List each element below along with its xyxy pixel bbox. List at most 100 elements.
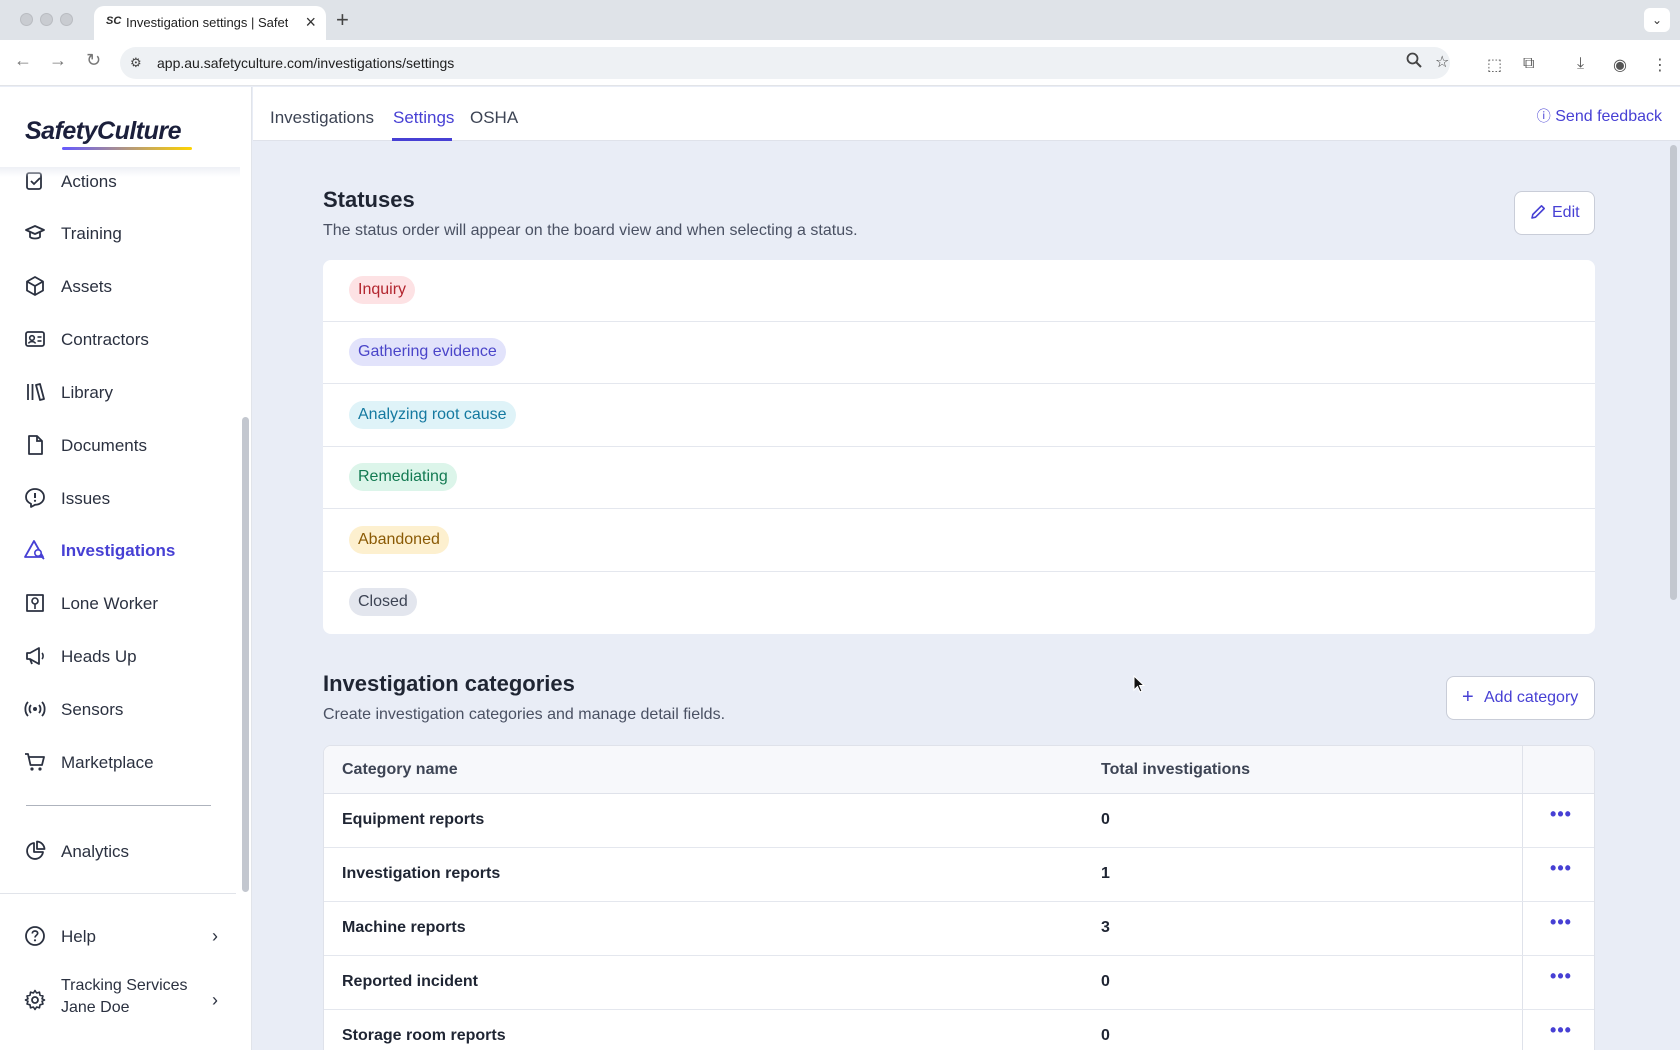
category-name: Investigation reports bbox=[342, 865, 501, 882]
table-row[interactable]: Reported incident 0 ••• bbox=[324, 956, 1594, 1010]
chevron-right-icon: › bbox=[212, 926, 218, 946]
forward-icon[interactable]: → bbox=[49, 50, 67, 71]
heads-up-icon bbox=[24, 645, 46, 667]
edit-statuses-button[interactable]: Edit bbox=[1514, 191, 1595, 235]
chevron-right-icon: › bbox=[212, 990, 218, 1010]
documents-icon bbox=[24, 434, 46, 456]
assets-icon bbox=[24, 275, 46, 297]
tab-close-icon[interactable]: × bbox=[305, 12, 316, 33]
issues-icon bbox=[24, 487, 46, 509]
category-total: 1 bbox=[1101, 865, 1110, 882]
new-tab-icon[interactable]: + bbox=[336, 7, 349, 33]
profile-icon[interactable]: ◉ bbox=[1613, 55, 1627, 75]
settings-main: Statuses The status order will appear on… bbox=[253, 142, 1667, 1050]
zoom-icon[interactable] bbox=[1406, 52, 1422, 73]
statuses-description: The status order will appear on the boar… bbox=[323, 222, 858, 239]
bookmark-star-icon[interactable]: ☆ bbox=[1435, 52, 1449, 72]
extensions-icon[interactable]: ⧉ bbox=[1523, 55, 1534, 73]
status-row[interactable]: Abandoned bbox=[323, 510, 1595, 572]
safetyculture-logo[interactable]: SafetyCulture bbox=[25, 117, 182, 146]
sidebar-item-label: Assets bbox=[61, 277, 113, 296]
user-name: Jane Doe bbox=[61, 999, 130, 1016]
tab-title: Investigation settings | SafetyCulture bbox=[126, 15, 288, 30]
logo-divider-shadow bbox=[0, 167, 240, 177]
send-feedback-link[interactable]: ⓘ Send feedback bbox=[1537, 106, 1662, 126]
sidebar-item-training[interactable]: Training bbox=[0, 213, 236, 253]
more-options-icon[interactable]: ••• bbox=[1543, 912, 1579, 942]
back-icon[interactable]: ← bbox=[14, 50, 32, 71]
table-row[interactable]: Storage room reports 0 ••• bbox=[324, 1010, 1594, 1050]
table-row[interactable]: Machine reports 3 ••• bbox=[324, 902, 1594, 956]
organization-menu[interactable]: Tracking Services Jane Doe › bbox=[0, 973, 236, 1027]
sidebar-item-investigations[interactable]: Investigations bbox=[0, 530, 236, 570]
window-close-button[interactable] bbox=[20, 13, 33, 26]
tab-investigations[interactable]: Investigations bbox=[270, 108, 374, 128]
sidebar-item-marketplace[interactable]: Marketplace bbox=[0, 742, 236, 782]
sidebar-item-label: Heads Up bbox=[61, 647, 137, 666]
more-options-icon[interactable]: ••• bbox=[1543, 804, 1579, 834]
reload-icon[interactable]: ↻ bbox=[86, 50, 101, 71]
sidebar-item-lone-worker[interactable]: Lone Worker bbox=[0, 583, 236, 623]
investigations-icon bbox=[24, 539, 46, 561]
logo-underline bbox=[62, 147, 192, 150]
add-category-button[interactable]: + Add category bbox=[1446, 676, 1595, 720]
sidebar-item-label: Marketplace bbox=[61, 753, 154, 772]
status-row[interactable]: Analyzing root cause bbox=[323, 385, 1595, 447]
site-info-icon[interactable]: ⚙ bbox=[130, 55, 142, 71]
downloads-icon[interactable]: ⤓ bbox=[1577, 55, 1584, 73]
category-total: 0 bbox=[1101, 811, 1110, 828]
sidebar-item-issues[interactable]: Issues bbox=[0, 478, 236, 518]
status-row[interactable]: Gathering evidence bbox=[323, 322, 1595, 384]
sidebar-item-assets[interactable]: Assets bbox=[0, 266, 236, 306]
sidebar-footer-divider bbox=[0, 893, 236, 894]
table-row[interactable]: Investigation reports 1 ••• bbox=[324, 848, 1594, 902]
sidebar: SafetyCulture Actions Training Assets Co… bbox=[0, 87, 252, 1050]
more-options-icon[interactable]: ••• bbox=[1543, 1020, 1579, 1050]
tab-search-icon[interactable]: ⌄ bbox=[1644, 8, 1670, 32]
address-bar[interactable]: ⚙ app.au.safetyculture.com/investigation… bbox=[120, 47, 1450, 79]
tab-settings[interactable]: Settings bbox=[393, 108, 454, 128]
url-text[interactable]: app.au.safetyculture.com/investigations/… bbox=[157, 55, 454, 71]
status-pill: Analyzing root cause bbox=[349, 401, 516, 429]
sidebar-item-library[interactable]: Library bbox=[0, 372, 236, 412]
status-row[interactable]: Remediating bbox=[323, 447, 1595, 509]
status-row[interactable]: Inquiry bbox=[323, 260, 1595, 322]
library-icon bbox=[24, 381, 46, 403]
more-options-icon[interactable]: ••• bbox=[1543, 966, 1579, 996]
status-row[interactable]: Closed bbox=[323, 572, 1595, 634]
help-menu[interactable]: Help › bbox=[0, 916, 236, 956]
org-name: Tracking Services bbox=[61, 977, 188, 994]
more-options-icon[interactable]: ••• bbox=[1543, 858, 1579, 888]
sidebar-item-heads-up[interactable]: Heads Up bbox=[0, 636, 236, 676]
main-scrollbar[interactable] bbox=[1670, 145, 1677, 600]
pencil-icon bbox=[1529, 203, 1547, 226]
sidebar-item-analytics[interactable]: Analytics bbox=[0, 831, 236, 871]
sidebar-item-label: Library bbox=[61, 383, 113, 402]
sidebar-item-label: Documents bbox=[61, 436, 147, 455]
table-header: Category name Total investigations bbox=[324, 746, 1594, 794]
column-header-category-name: Category name bbox=[342, 761, 458, 778]
category-name: Storage room reports bbox=[342, 1027, 506, 1044]
window-zoom-button[interactable] bbox=[60, 13, 73, 26]
help-label: Help bbox=[61, 927, 96, 946]
category-name: Equipment reports bbox=[342, 811, 485, 828]
favicon-icon: SC bbox=[106, 15, 122, 27]
sidebar-scrollbar[interactable] bbox=[242, 417, 249, 892]
sidebar-item-contractors[interactable]: Contractors bbox=[0, 319, 236, 359]
category-name: Machine reports bbox=[342, 919, 466, 936]
sidebar-item-label: Investigations bbox=[61, 541, 176, 560]
sidebar-item-sensors[interactable]: Sensors bbox=[0, 689, 236, 729]
add-category-label: Add category bbox=[1484, 689, 1579, 706]
sidebar-item-documents[interactable]: Documents bbox=[0, 425, 236, 465]
sidebar-item-label: Sensors bbox=[61, 700, 124, 719]
tab-osha[interactable]: OSHA bbox=[470, 108, 518, 128]
training-icon bbox=[24, 222, 46, 244]
table-row[interactable]: Equipment reports 0 ••• bbox=[324, 794, 1594, 848]
status-pill: Closed bbox=[349, 588, 417, 616]
mouse-cursor-icon bbox=[1133, 675, 1145, 693]
window-minimize-button[interactable] bbox=[40, 13, 53, 26]
screenshot-icon[interactable]: ⬚ bbox=[1487, 55, 1502, 75]
chrome-menu-icon[interactable]: ⋮ bbox=[1652, 55, 1668, 75]
send-feedback-label: Send feedback bbox=[1555, 108, 1662, 125]
browser-tab[interactable]: SC Investigation settings | SafetyCultur… bbox=[94, 6, 326, 40]
